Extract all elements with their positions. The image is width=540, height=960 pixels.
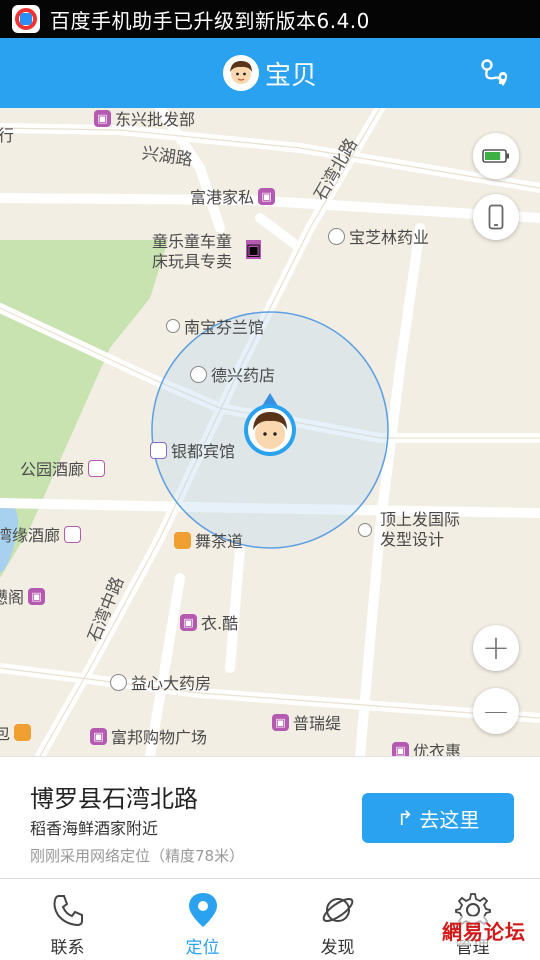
poi-label: 东兴批发部	[115, 110, 196, 129]
zoom-out-button[interactable]: —	[473, 688, 519, 734]
route-icon[interactable]	[478, 56, 514, 92]
zoom-in-button[interactable]: +	[473, 625, 519, 671]
poi-item[interactable]: 懑阁 ▣	[0, 584, 49, 608]
poi-label: 银都宾馆	[171, 442, 236, 461]
poi-item[interactable]: 行	[0, 122, 14, 146]
bar-icon	[64, 525, 82, 543]
poi-item[interactable]: 南宝芬兰馆	[166, 314, 264, 338]
poi-label: 床玩具专卖	[152, 252, 233, 271]
shop-icon: ▣	[94, 109, 111, 127]
battery-button[interactable]	[473, 133, 519, 179]
baidu-assistant-icon	[12, 5, 40, 33]
poi-label: 公园酒廊	[20, 460, 85, 479]
poi-item[interactable]: ▣ 普瑞缇	[272, 710, 341, 734]
hotel-icon	[150, 441, 167, 459]
poi-item[interactable]: 童乐童车童 床玩具专卖	[152, 232, 232, 272]
poi-item[interactable]: 富港家私 ▣	[190, 184, 279, 208]
poi-label: 童乐童车童	[152, 232, 233, 251]
cafe-icon	[174, 531, 191, 549]
poi-item[interactable]: 银都宾馆	[150, 438, 235, 462]
tab-label: 联系	[50, 938, 85, 958]
poi-label: 宝芝林药业	[349, 228, 430, 247]
navigate-here-button[interactable]: ↱ 去这里	[362, 793, 514, 843]
poi-label: 湾缘酒廊	[0, 526, 61, 545]
poi-label: 懑阁	[0, 588, 25, 607]
zoom-out-icon: —	[484, 697, 508, 725]
poi-label: 德兴药店	[211, 366, 276, 385]
app-header: 宝贝	[0, 38, 540, 108]
drugstore-icon	[190, 365, 207, 383]
poi-label: 普瑞缇	[293, 714, 342, 733]
poi-item[interactable]: 德兴药店	[190, 362, 275, 386]
shop-icon: ▣	[258, 187, 276, 205]
location-info-card: 博罗县石湾北路 稻香海鲜酒家附近 刚刚采用网络定位（精度78米） ↱ 去这里	[0, 756, 540, 878]
poi-item[interactable]: ▣ 衣.酷	[180, 610, 238, 634]
shop-icon: ▣	[28, 587, 46, 605]
phone-device-icon	[488, 204, 504, 230]
child-avatar-icon[interactable]	[222, 55, 259, 91]
shop-icon: ▣	[246, 240, 262, 259]
zoom-in-icon: +	[481, 628, 511, 668]
shop-icon: ▣	[90, 727, 107, 745]
poi-label: 顶上发国际	[380, 510, 461, 529]
poi-label: 优衣惠	[413, 742, 462, 756]
drugstore-icon	[328, 227, 345, 245]
map-view[interactable]: 兴湖路 石湾北路 石湾中路 ▣ 东兴批发部 行 富港家私 ▣ 宝芝林药业 童乐童车童…	[0, 108, 540, 756]
tab-locate[interactable]: 定位	[135, 879, 270, 960]
tab-contact[interactable]: 联系	[0, 879, 135, 960]
drugstore-icon	[110, 673, 127, 691]
phone-icon	[52, 895, 83, 927]
turn-right-arrow-icon: ↱	[396, 806, 414, 830]
poi-label: 舞茶道	[195, 532, 244, 551]
page-title: 宝贝	[264, 60, 317, 91]
poi-label: 富港家私	[190, 188, 255, 207]
watermark: 網易论坛	[442, 916, 526, 945]
bar-icon	[88, 459, 106, 477]
food-icon	[14, 723, 32, 741]
address-title: 博罗县石湾北路	[30, 785, 198, 813]
place-icon	[358, 523, 372, 537]
address-nearby: 稻香海鲜酒家附近	[30, 819, 159, 838]
tab-discover[interactable]: 发现	[270, 879, 405, 960]
poi-item[interactable]: ▣ 优衣惠	[392, 738, 461, 756]
poi-item[interactable]: 顶上发国际 发型设计	[358, 510, 460, 550]
poi-label: 包	[0, 724, 11, 743]
poi-item[interactable]: 益心大药房	[110, 670, 211, 694]
notification-text: 百度手机助手已升级到新版本6.4.0	[50, 8, 370, 33]
poi-label: 益心大药房	[131, 674, 212, 693]
navigate-here-label: 去这里	[419, 807, 480, 832]
place-icon	[166, 319, 180, 333]
poi-label: 发型设计	[380, 530, 445, 549]
poi-item[interactable]: 公园酒廊	[20, 456, 109, 480]
tab-label: 定位	[185, 938, 220, 958]
shop-icon: ▣	[180, 613, 197, 631]
planet-icon	[322, 898, 353, 922]
location-accuracy-note: 刚刚采用网络定位（精度78米）	[30, 847, 245, 865]
shop-icon: ▣	[272, 713, 289, 731]
poi-label: 衣.酷	[201, 614, 239, 633]
poi-label: 行	[0, 126, 15, 145]
poi-item[interactable]: 包	[0, 720, 35, 744]
poi-item[interactable]: 宝芝林药业	[328, 224, 429, 248]
battery-icon	[482, 149, 509, 163]
tab-label: 发现	[320, 938, 355, 958]
poi-item[interactable]: 湾缘酒廊	[0, 522, 85, 546]
poi-item[interactable]: 舞茶道	[174, 528, 243, 552]
poi-label: 富邦购物广场	[111, 728, 208, 747]
device-button[interactable]	[473, 194, 519, 240]
poi-item[interactable]: ▣ 富邦购物广场	[90, 724, 207, 748]
location-pin-icon	[188, 893, 217, 927]
poi-item[interactable]: ▣ 东兴批发部	[94, 108, 195, 130]
status-bar: 百度手机助手已升级到新版本6.4.0	[0, 0, 540, 38]
poi-label: 南宝芬兰馆	[184, 318, 265, 337]
shop-icon: ▣	[392, 741, 409, 756]
